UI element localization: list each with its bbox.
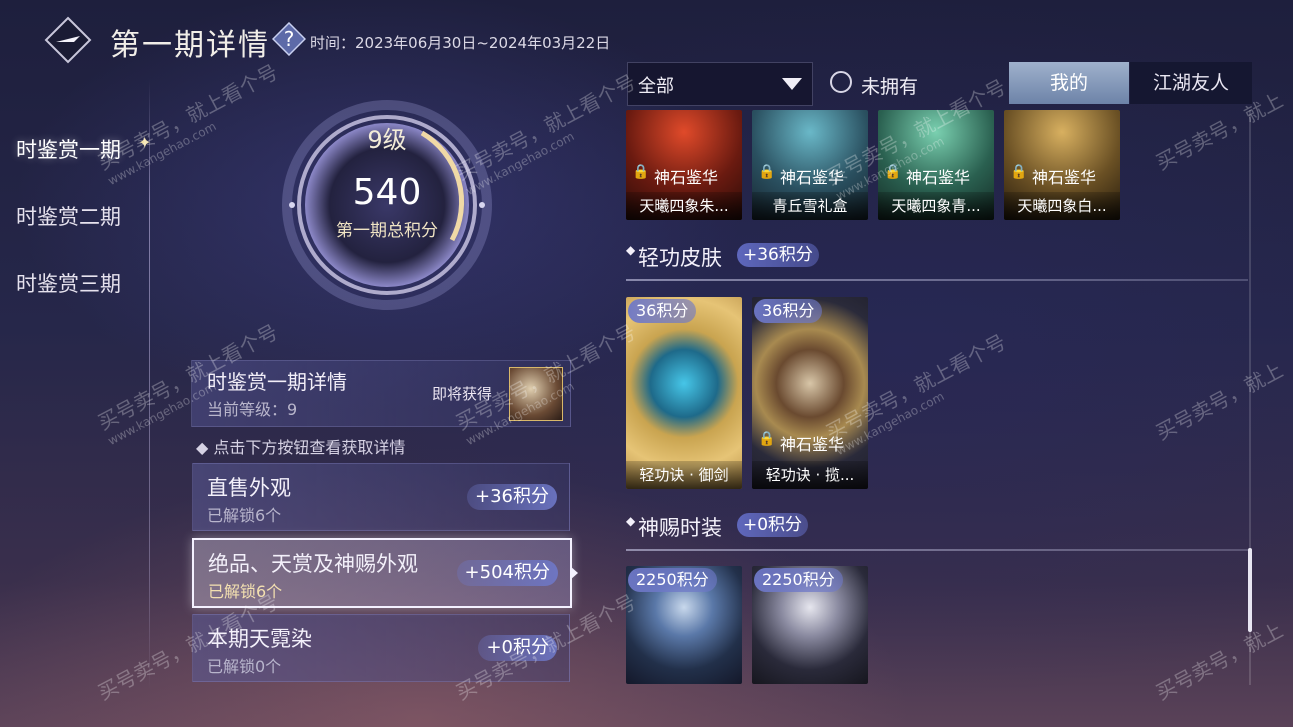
item-cost: 36积分 [754,299,823,323]
tab-mine[interactable]: 我的 [1009,62,1129,104]
item-card[interactable]: 36积分 🔒 神石鉴华 轻功诀 · 揽... [752,297,868,489]
lock-icon: 🔒 [758,431,776,447]
category-points: +36积分 [467,484,557,510]
section-title: 神赐时装 [638,516,722,540]
item-tag: 神石鉴华 [1032,168,1097,187]
lock-icon: 🔒 [1010,164,1028,180]
help-button[interactable]: ? [271,21,307,57]
category-unlocked: 已解锁6个 [207,506,282,525]
section-title: 轻功皮肤 [638,246,722,270]
watermark-text: 买号卖号，就上看个号 [93,59,282,175]
item-name: 天曦四象青... [878,192,994,220]
item-card[interactable]: 🔒 神石鉴华 天曦四象白... [1004,110,1120,220]
watermark-text: 买号卖号，就上看个号 [1151,354,1288,445]
section-divider [626,549,1248,551]
item-card[interactable]: 🔒 神石鉴华 天曦四象朱... [626,110,742,220]
filter-dropdown-value: 全部 [638,76,674,97]
selected-indicator-icon [570,566,578,580]
item-card[interactable]: 2250积分 [626,566,742,684]
watermark: 买号卖号，就上看个号 [1150,614,1287,705]
filter-dropdown[interactable]: 全部 [627,62,813,106]
unowned-radio[interactable] [830,71,852,93]
item-cost: 2250积分 [628,568,717,592]
item-cost: 2250积分 [754,568,843,592]
item-cost: 36积分 [628,299,697,323]
time-range: 时间：2023年06月30日~2024年03月22日 [310,34,611,52]
lock-icon: 🔒 [758,164,776,180]
item-name: 轻功诀 · 御剑 [626,461,742,489]
page-title: 第一期详情 [110,28,270,63]
section-bullet-icon: ◆ [626,514,636,528]
caret-down-icon [782,78,802,90]
category-unlocked: 已解锁0个 [207,657,282,676]
watermark: 买号卖号，就上看个号 [1150,354,1287,445]
item-name: 天曦四象白... [1004,192,1120,220]
current-level: 当前等级：9 [207,400,298,419]
item-name: 天曦四象朱... [626,192,742,220]
hint-text: ◆ 点击下方按钮查看获取详情 [196,438,406,457]
section-divider [626,279,1248,281]
scrollbar-thumb[interactable] [1248,548,1252,632]
item-card[interactable]: 36积分 轻功诀 · 御剑 [626,297,742,489]
tab-friends[interactable]: 江湖友人 [1130,62,1252,104]
category-direct-sale[interactable]: 直售外观 已解锁6个 +36积分 [192,463,570,531]
section-bullet-icon: ◆ [626,243,636,257]
category-title: 绝品、天赏及神赐外观 [208,552,418,576]
back-button[interactable] [44,16,92,64]
section-points: +36积分 [737,243,819,267]
item-tag: 神石鉴华 [654,168,719,187]
back-arrow-icon [44,16,92,64]
lock-icon: 🔒 [632,164,650,180]
question-icon: ? [271,21,307,57]
category-points: +504积分 [456,560,558,586]
watermark-text: 买号卖号，就上看个号 [1151,614,1288,705]
svg-text:?: ? [284,27,295,51]
category-title: 直售外观 [207,476,291,500]
tab-period-3[interactable]: 时鉴赏三期 [16,268,121,298]
unowned-label[interactable]: 未拥有 [861,72,918,99]
item-tag: 神石鉴华 [906,168,971,187]
section-points: +0积分 [737,513,809,537]
item-card[interactable]: 2250积分 [752,566,868,684]
item-name: 轻功诀 · 揽... [752,461,868,489]
hint-label: 点击下方按钮查看获取详情 [213,438,406,457]
